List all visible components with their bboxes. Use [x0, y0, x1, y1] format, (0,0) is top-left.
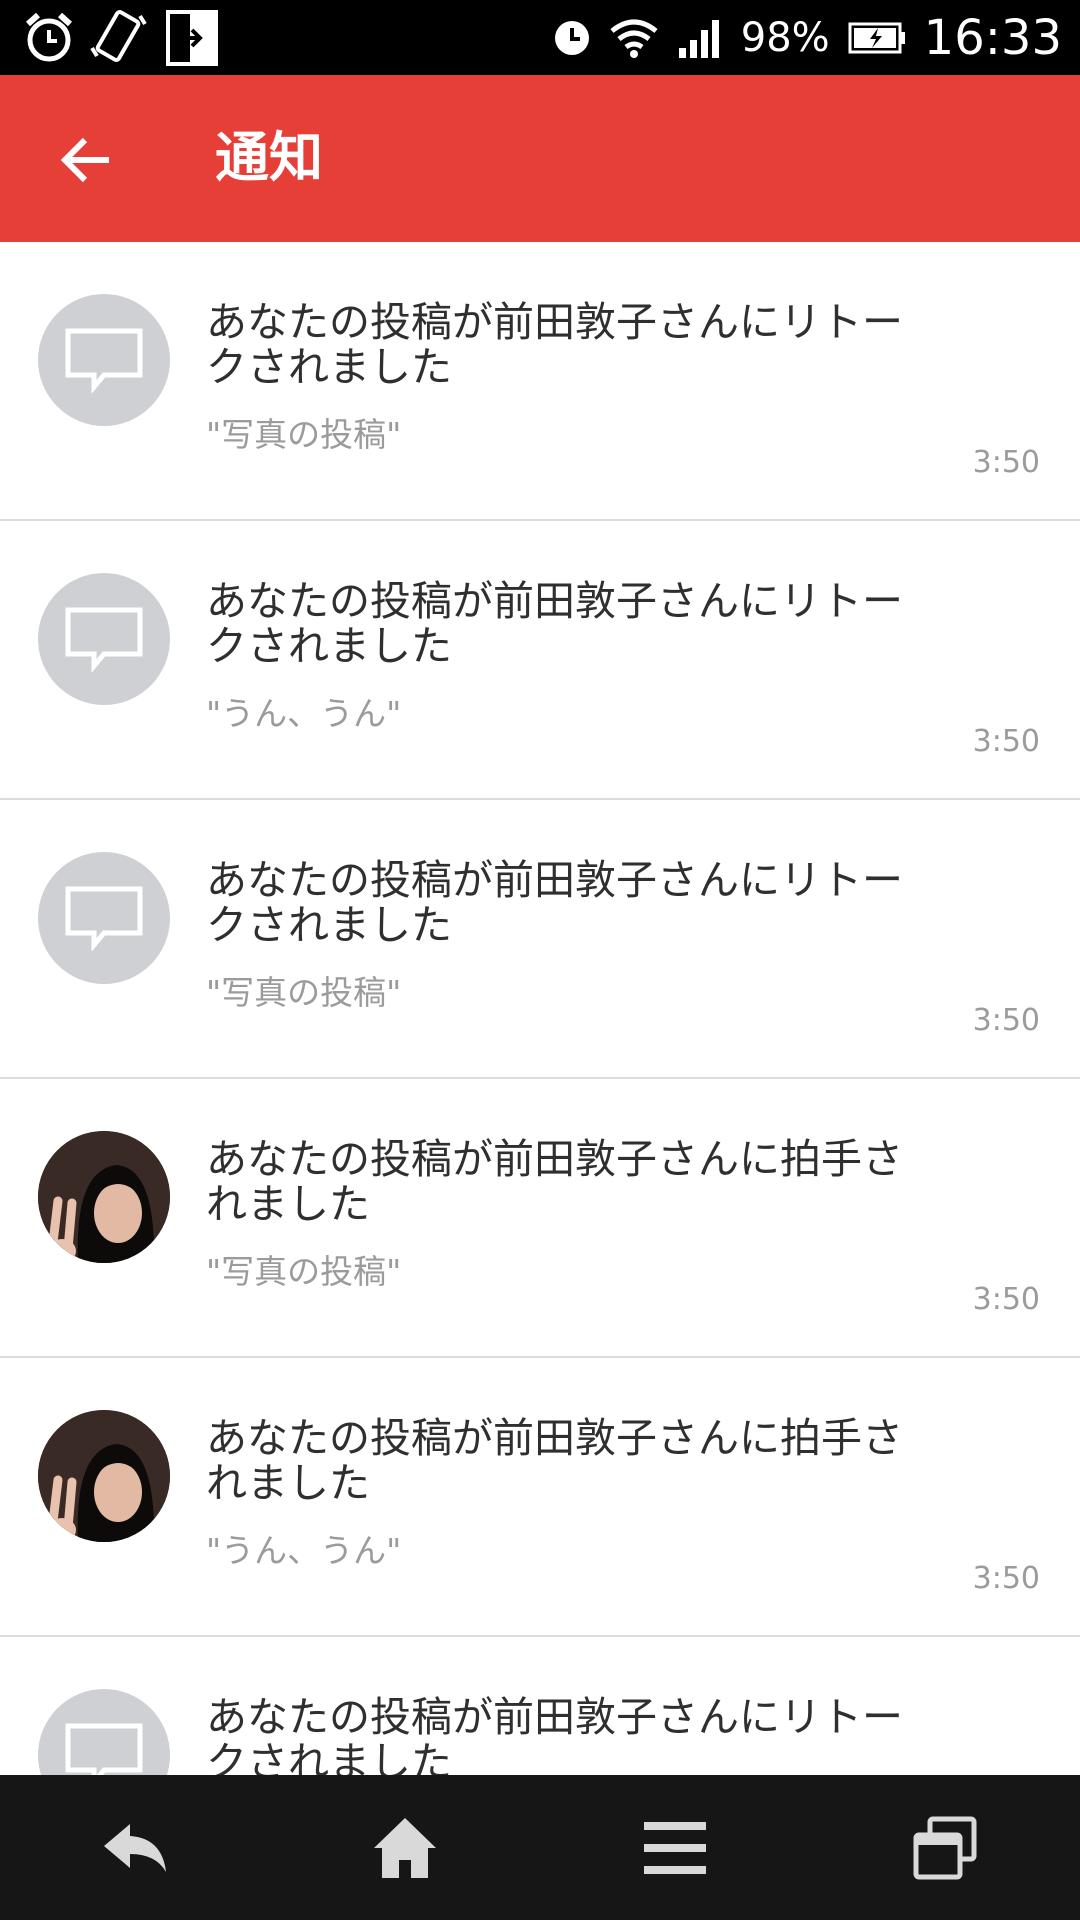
- wifi-icon: [610, 19, 658, 58]
- avatar: [38, 573, 170, 705]
- menu-icon: [644, 1821, 706, 1874]
- nav-recent-apps-button[interactable]: [875, 1788, 1015, 1908]
- recent-apps-icon: [913, 1816, 977, 1879]
- user-photo-avatar: [38, 1410, 170, 1542]
- notification-quote: "うん、うん": [206, 1531, 402, 1570]
- comment-icon: [65, 607, 143, 672]
- status-left-icons: [24, 8, 220, 68]
- alarm-clock-icon: [25, 12, 73, 62]
- notification-title: あなたの投稿が前田敦子さんに拍手されました: [206, 1135, 903, 1228]
- status-right-icons: 98% 16:33: [553, 0, 1062, 75]
- notification-time: 3:50: [972, 1282, 1040, 1317]
- notification-time: 3:50: [972, 1003, 1040, 1038]
- nav-back-button[interactable]: [65, 1788, 205, 1908]
- comment-icon: [65, 328, 143, 393]
- notification-item[interactable]: あなたの投稿が前田敦子さんにリトークされました "写真の投稿" 3:50: [0, 800, 1080, 1079]
- arrow-left-icon: [60, 137, 109, 183]
- notification-item[interactable]: あなたの投稿が前田敦子さんにリトークされました "写真の投稿" 3:50: [0, 242, 1080, 521]
- notification-title: あなたの投稿が前田敦子さんにリトークされました: [206, 856, 903, 949]
- status-bar: 98% 16:33: [0, 0, 1080, 75]
- notification-item[interactable]: あなたの投稿が前田敦子さんにリトークされました: [0, 1637, 1080, 1775]
- notification-title: あなたの投稿が前田敦子さんにリトークされました: [206, 298, 903, 391]
- notification-item[interactable]: あなたの投稿が前田敦子さんにリトークされました "うん、うん" 3:50: [0, 521, 1080, 800]
- signal-icon: [678, 19, 719, 58]
- avatar: [38, 852, 170, 984]
- notification-item[interactable]: あなたの投稿が前田敦子さんに拍手されました "うん、うん" 3:50: [0, 1358, 1080, 1637]
- user-photo-avatar: [38, 1131, 170, 1263]
- user-photo-icon: [38, 1410, 170, 1542]
- status-clock: 16:33: [923, 9, 1062, 66]
- page-title: 通知: [215, 126, 323, 189]
- notification-quote: "写真の投稿": [206, 973, 402, 1012]
- comment-icon: [65, 1723, 143, 1775]
- notification-list[interactable]: あなたの投稿が前田敦子さんにリトークされました "写真の投稿" 3:50 あなた…: [0, 242, 1080, 1775]
- notification-quote: "写真の投稿": [206, 415, 402, 454]
- notification-title: あなたの投稿が前田敦子さんに拍手されました: [206, 1414, 903, 1507]
- notification-title: あなたの投稿が前田敦子さんにリトークされました: [206, 577, 903, 670]
- notification-quote: "写真の投稿": [206, 1252, 402, 1291]
- vibrate-icon: [90, 10, 147, 62]
- avatar: [38, 294, 170, 426]
- user-photo-icon: [38, 1131, 170, 1263]
- notification-time: 3:50: [972, 445, 1040, 480]
- navigation-bar: [0, 1775, 1080, 1920]
- back-button[interactable]: [40, 115, 130, 205]
- battery-charging-icon: [848, 22, 905, 53]
- comment-icon: [65, 886, 143, 951]
- nav-home-button[interactable]: [335, 1788, 475, 1908]
- home-icon: [374, 1817, 436, 1878]
- notification-time: 3:50: [972, 724, 1040, 759]
- avatar: [38, 1689, 170, 1775]
- nav-menu-button[interactable]: [605, 1788, 745, 1908]
- notification-item[interactable]: あなたの投稿が前田敦子さんに拍手されました "写真の投稿" 3:50: [0, 1079, 1080, 1358]
- screen-mirror-icon: [166, 10, 218, 66]
- notification-quote: "うん、うん": [206, 694, 402, 733]
- app-bar: 通知: [0, 75, 1080, 242]
- back-icon: [104, 1823, 166, 1872]
- notification-title: あなたの投稿が前田敦子さんにリトークされました: [206, 1693, 903, 1776]
- alarm-icon: [554, 20, 589, 55]
- notification-time: 3:50: [972, 1561, 1040, 1596]
- battery-percent: 98%: [740, 14, 830, 61]
